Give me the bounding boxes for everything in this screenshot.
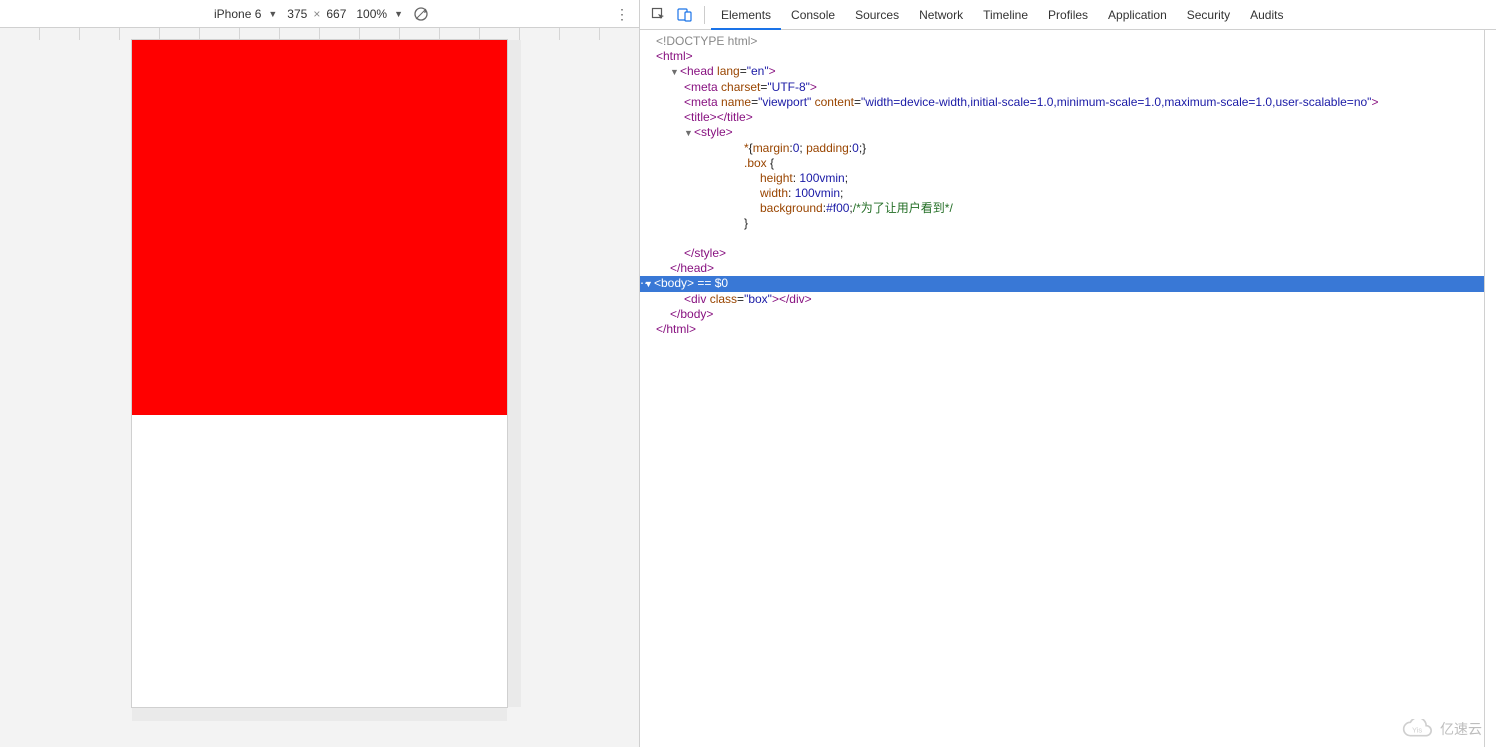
- dom-style-open[interactable]: <style>: [694, 125, 733, 139]
- dom-tree[interactable]: <!DOCTYPE html> <html> <head lang="en"> …: [640, 30, 1484, 747]
- devtools-tabbar: Elements Console Sources Network Timelin…: [640, 0, 1496, 30]
- tab-network[interactable]: Network: [909, 0, 973, 30]
- toggle-icon[interactable]: [670, 64, 680, 80]
- dom-doctype[interactable]: <!DOCTYPE html>: [656, 34, 757, 48]
- device-preview-pane: iPhone 6 375 × 667 100% ⋮: [0, 0, 640, 747]
- dimension-separator: ×: [313, 7, 320, 21]
- dom-css-bg[interactable]: background:#f00;/*为了让用户看到*/: [644, 201, 1484, 216]
- dom-body-open-selected[interactable]: ⋯<body> == $0: [640, 276, 1484, 292]
- watermark-text: 亿速云: [1440, 719, 1482, 739]
- device-selector[interactable]: iPhone 6: [210, 5, 281, 23]
- styles-pane-gutter[interactable]: [1484, 30, 1496, 747]
- dom-meta-charset[interactable]: <meta charset="UTF-8">: [644, 80, 1484, 95]
- dom-css-height[interactable]: height: 100vmin;: [644, 171, 1484, 186]
- dom-style-close[interactable]: </style>: [684, 246, 726, 260]
- toggle-device-icon[interactable]: [672, 2, 698, 28]
- dom-meta-viewport[interactable]: <meta name="viewport" content="width=dev…: [644, 95, 1484, 110]
- svg-text:Yis: Yis: [1412, 725, 1422, 734]
- inspect-element-icon[interactable]: [646, 2, 672, 28]
- tab-profiles[interactable]: Profiles: [1038, 0, 1098, 30]
- dom-body-close[interactable]: </body>: [670, 307, 713, 321]
- device-width-input[interactable]: 375: [287, 7, 307, 21]
- dom-css-width[interactable]: width: 100vmin;: [644, 186, 1484, 201]
- tab-console[interactable]: Console: [781, 0, 845, 30]
- device-viewport[interactable]: [132, 40, 507, 707]
- cloud-icon: Yis: [1400, 719, 1434, 739]
- dom-blank: [644, 231, 1484, 246]
- tab-timeline[interactable]: Timeline: [973, 0, 1038, 30]
- tab-elements[interactable]: Elements: [711, 0, 781, 30]
- tab-application[interactable]: Application: [1098, 0, 1177, 30]
- page-box-element: [132, 40, 507, 415]
- dom-html-open[interactable]: <html>: [656, 49, 693, 63]
- tab-sources[interactable]: Sources: [845, 0, 909, 30]
- toggle-icon[interactable]: [684, 125, 694, 141]
- more-options-icon[interactable]: ⋮: [615, 6, 629, 23]
- tab-audits[interactable]: Audits: [1240, 0, 1293, 30]
- watermark: Yis 亿速云: [1400, 719, 1482, 739]
- zoom-selector[interactable]: 100%: [352, 5, 407, 23]
- dom-div-box[interactable]: <div class="box"></div>: [644, 292, 1484, 307]
- device-height-input[interactable]: 667: [326, 7, 346, 21]
- ruler: [0, 28, 639, 40]
- tab-security[interactable]: Security: [1177, 0, 1240, 30]
- tab-divider: [704, 6, 705, 24]
- dom-title[interactable]: <title></title>: [644, 110, 1484, 125]
- dom-head-close[interactable]: </head>: [670, 261, 714, 275]
- dom-css-reset[interactable]: *{margin:0; padding:0;}: [644, 141, 1484, 156]
- devtools-panel: Elements Console Sources Network Timelin…: [640, 0, 1496, 747]
- device-toolbar: iPhone 6 375 × 667 100% ⋮: [0, 0, 639, 28]
- dom-html-close[interactable]: </html>: [656, 322, 696, 336]
- rotate-icon[interactable]: [413, 6, 429, 22]
- dom-css-close[interactable]: }: [644, 216, 1484, 231]
- dom-css-box[interactable]: .box {: [644, 156, 1484, 171]
